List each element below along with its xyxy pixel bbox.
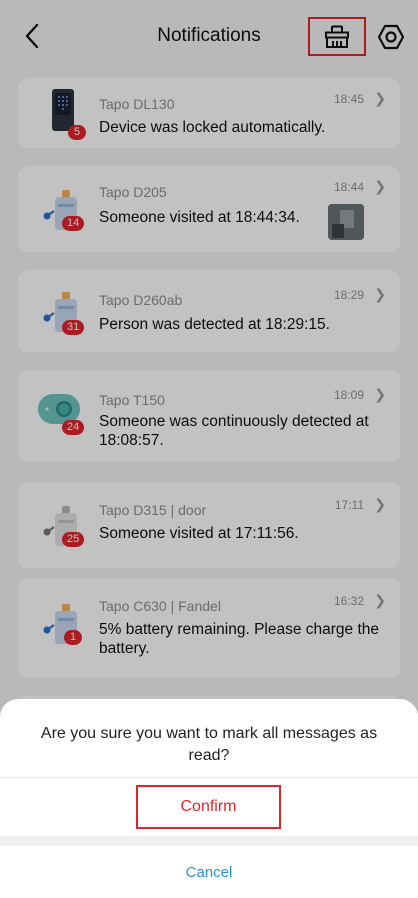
divider — [0, 777, 418, 778]
confirm-button[interactable]: Confirm — [136, 785, 281, 829]
notifications-screen: Notifications 5 Tapo DL130 18:45 ❯ Devic… — [0, 0, 418, 898]
cancel-button[interactable]: Cancel — [0, 846, 418, 898]
confirm-bottom-sheet: Are you sure you want to mark all messag… — [0, 699, 418, 898]
divider — [0, 836, 418, 846]
confirm-prompt: Are you sure you want to mark all messag… — [40, 725, 378, 764]
